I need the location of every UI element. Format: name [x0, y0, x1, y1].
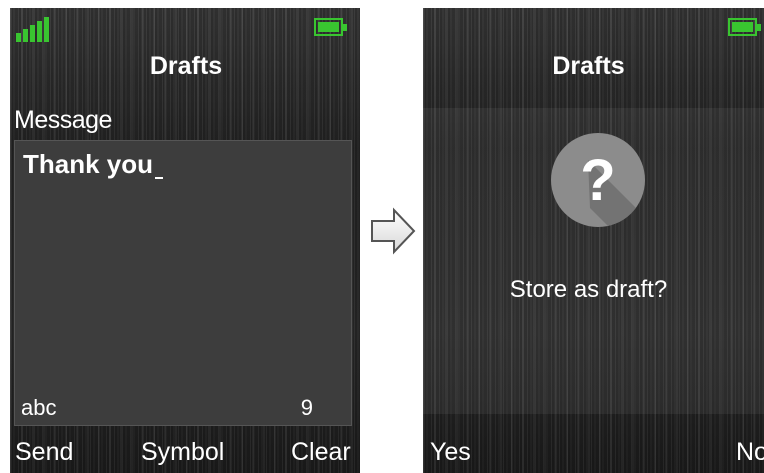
store-draft-dialog-screen: Drafts ? Store as draft? Yes No: [423, 8, 764, 473]
battery-icon: [728, 18, 761, 36]
screen-title: Drafts: [552, 52, 625, 80]
right-arrow-icon: [371, 207, 416, 255]
message-text-value: Thank you: [23, 149, 154, 179]
message-editor-screen: Drafts Message Thank you abc 9 Send Symb…: [10, 8, 360, 473]
screen-title: Drafts: [149, 52, 223, 80]
svg-text:?: ?: [580, 148, 615, 213]
message-label: Message: [14, 106, 112, 134]
text-cursor: [155, 177, 164, 179]
message-input[interactable]: Thank you abc 9: [14, 140, 352, 426]
message-text: Thank you: [23, 149, 164, 180]
battery-icon: [314, 18, 347, 36]
symbol-softkey[interactable]: Symbol: [141, 438, 224, 467]
send-softkey[interactable]: Send: [15, 438, 73, 467]
no-softkey[interactable]: No: [736, 438, 764, 467]
clear-softkey[interactable]: Clear: [291, 438, 351, 467]
character-count: 9: [300, 395, 313, 420]
input-mode-indicator: abc: [21, 395, 57, 420]
question-mark-icon: ?: [551, 133, 645, 227]
dialog-message: Store as draft?: [509, 276, 668, 303]
yes-softkey[interactable]: Yes: [430, 438, 471, 467]
signal-strength-icon: [16, 16, 52, 42]
